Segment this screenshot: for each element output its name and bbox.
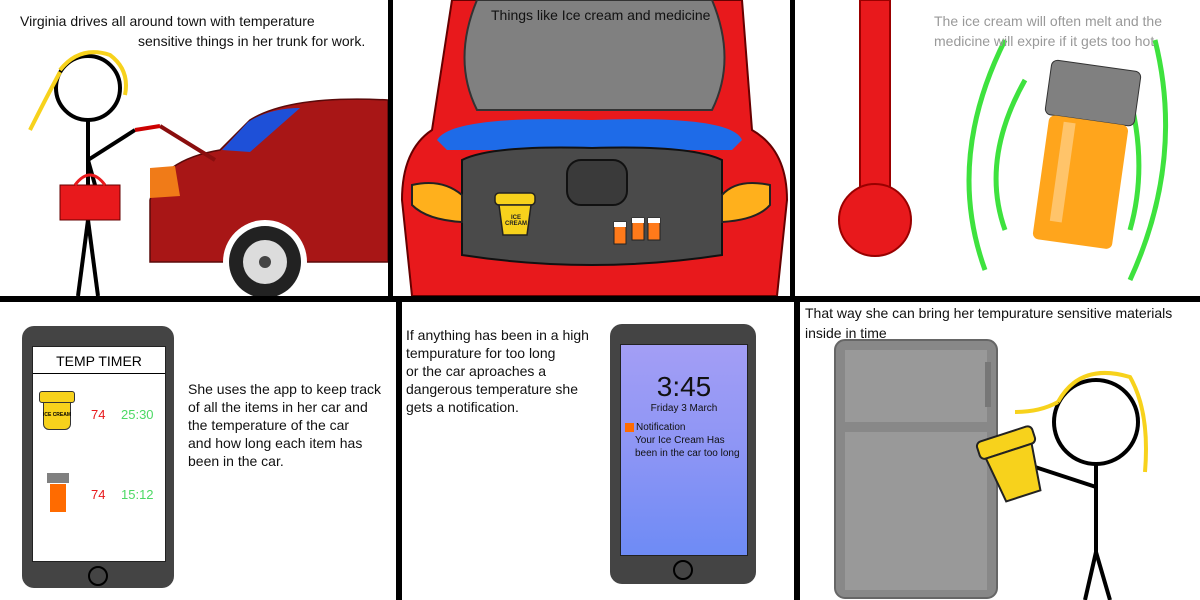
panel-2: Things like Ice cream and medicine ICE C… bbox=[392, 0, 790, 296]
phone: TEMP TIMER ICE CREAM 74 25:30 74 15:12 bbox=[22, 326, 174, 588]
item-temp: 74 bbox=[91, 407, 106, 422]
caption-line: been in the car. bbox=[188, 453, 284, 469]
notification[interactable]: Notification Your Ice Cream Has been in … bbox=[625, 421, 747, 460]
caption-line: of all the items in her car and bbox=[188, 399, 368, 415]
caption-line: or the car aproaches a bbox=[406, 363, 547, 379]
ice-cream-label: ICE CREAM bbox=[505, 215, 527, 227]
home-button[interactable] bbox=[673, 560, 693, 580]
medicine-bottle-icon bbox=[1032, 59, 1142, 249]
phone: 3:45 Friday 3 March Notification Your Ic… bbox=[610, 324, 756, 584]
caption-p6-line2: inside in time bbox=[805, 325, 887, 341]
caption-p2: Things like Ice cream and medicine bbox=[491, 7, 711, 23]
item-temp: 74 bbox=[91, 487, 106, 502]
caption-p5: If anything has been in a high tempuratu… bbox=[406, 326, 589, 416]
panel-3: The ice cream will often melt and the me… bbox=[795, 0, 1200, 296]
panel-divider bbox=[388, 0, 393, 296]
stick-figure-virginia bbox=[1034, 378, 1140, 600]
ice-cream-tub-icon: ICE CREAM bbox=[39, 391, 75, 430]
panel-6-art bbox=[834, 339, 1148, 600]
caption-line: She uses the app to keep track bbox=[188, 381, 382, 397]
item-timer: 25:30 bbox=[121, 407, 154, 422]
home-button[interactable] bbox=[88, 566, 108, 586]
caption-line: If anything has been in a high bbox=[406, 327, 589, 343]
caption-p3-line1: The ice cream will often melt and the bbox=[934, 13, 1162, 29]
notification-line: Your Ice Cream Has bbox=[635, 435, 725, 446]
panel-5: If anything has been in a high tempuratu… bbox=[402, 302, 794, 600]
item-row-2[interactable]: 74 15:12 bbox=[39, 473, 163, 517]
caption-p1-line1: Virginia drives all around town with tem… bbox=[20, 13, 315, 29]
caption-line: and how long each item has bbox=[188, 435, 363, 451]
caption-p6-line1: That way she can bring her tempurature s… bbox=[805, 305, 1173, 321]
caption-line: tempurature for too long bbox=[406, 345, 556, 361]
app-title: TEMP TIMER bbox=[33, 347, 165, 374]
item-row-1[interactable]: ICE CREAM 74 25:30 bbox=[39, 391, 163, 431]
caption-line: the temperature of the car bbox=[188, 417, 350, 433]
phone-screen: TEMP TIMER ICE CREAM 74 25:30 74 15:12 bbox=[32, 346, 166, 562]
caption-p3-line2: medicine will expire if it gets too hot bbox=[934, 33, 1155, 49]
panel-divider bbox=[790, 0, 795, 296]
lock-time: 3:45 bbox=[656, 371, 712, 402]
caption-p1-line2: sensitive things in her trunk for work. bbox=[138, 33, 366, 49]
panel-divider bbox=[794, 302, 800, 600]
panel-divider bbox=[0, 296, 1200, 302]
panel-1: Virginia drives all around town with tem… bbox=[0, 0, 388, 296]
medicine-bottles-icon bbox=[613, 217, 661, 245]
caption-p4: She uses the app to keep track of all th… bbox=[188, 380, 381, 470]
thermometer-icon bbox=[838, 0, 912, 257]
lock-date: Friday 3 March bbox=[650, 403, 718, 414]
caption-line: gets a notification. bbox=[406, 399, 519, 415]
panel-4: TEMP TIMER ICE CREAM 74 25:30 74 15:12 S… bbox=[0, 302, 396, 600]
medicine-bottle-icon bbox=[47, 473, 69, 513]
panel-2-art bbox=[400, 0, 789, 296]
notification-icon bbox=[625, 422, 634, 432]
notification-title: Notification bbox=[636, 422, 686, 433]
lock-screen: 3:45 Friday 3 March Notification Your Ic… bbox=[620, 344, 748, 556]
caption-line: dangerous temperature she bbox=[406, 381, 578, 397]
panel-6: That way she can bring her tempurature s… bbox=[800, 302, 1200, 600]
notification-line: been in the car too long bbox=[635, 448, 740, 459]
refrigerator bbox=[834, 339, 998, 599]
item-timer: 15:12 bbox=[121, 487, 154, 502]
panel-divider bbox=[396, 302, 402, 600]
